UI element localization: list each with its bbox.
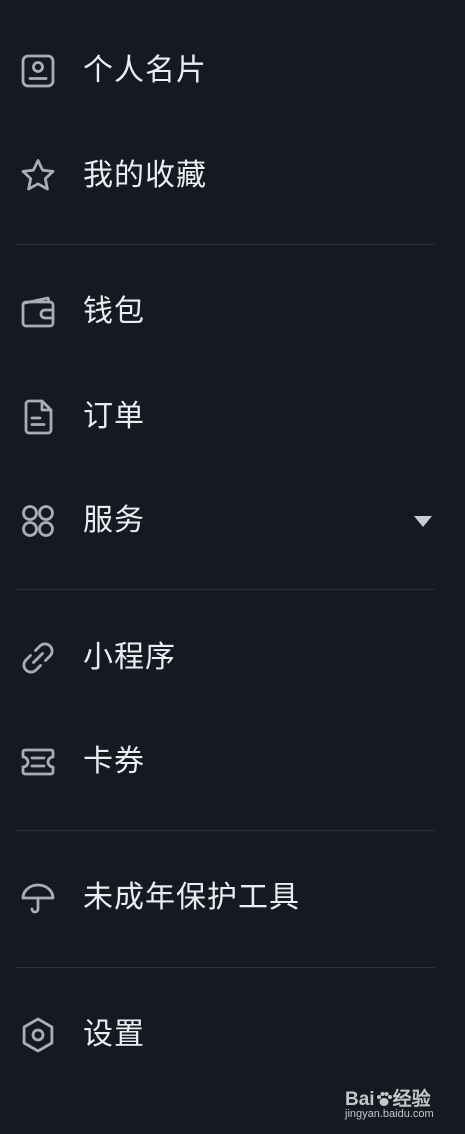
- menu-item-wallet[interactable]: 钱包: [0, 276, 465, 348]
- menu-item-label: 钱包: [83, 294, 145, 329]
- menu-item-label: 设置: [83, 1017, 145, 1052]
- star-icon: [18, 156, 58, 196]
- ticket-icon: [18, 742, 58, 782]
- watermark-logo-text-a: Bai: [345, 1089, 375, 1110]
- menu-item-services[interactable]: 服务: [0, 485, 465, 557]
- divider: [16, 830, 435, 831]
- triangle-down-icon[interactable]: [412, 513, 434, 529]
- menu-item-label: 未成年保护工具: [83, 880, 300, 915]
- gear-icon: [18, 1015, 58, 1055]
- grid-icon: [18, 501, 58, 541]
- menu-item-minor-protection[interactable]: 未成年保护工具: [0, 862, 465, 934]
- divider: [16, 244, 435, 245]
- paw-icon: [376, 1092, 392, 1106]
- menu-item-label: 服务: [83, 503, 145, 538]
- document-icon: [18, 397, 58, 437]
- baidu-jingyan-watermark: Bai 经验 jingyan.baidu.com: [345, 1082, 455, 1126]
- watermark-url: jingyan.baidu.com: [345, 1108, 434, 1120]
- menu-item-coupons[interactable]: 卡券: [0, 726, 465, 798]
- menu-item-favorites[interactable]: 我的收藏: [0, 140, 465, 212]
- side-menu: 个人名片 我的收藏 钱包 订单 服务 小程序 卡券 未成年保护工具 设置: [0, 0, 465, 1134]
- divider: [16, 967, 435, 968]
- menu-item-label: 卡券: [83, 744, 145, 779]
- menu-item-mini-programs[interactable]: 小程序: [0, 622, 465, 694]
- watermark-logo-text-b: 经验: [392, 1089, 431, 1110]
- menu-item-label: 订单: [83, 399, 145, 434]
- profile-card-icon: [18, 51, 58, 91]
- menu-item-label: 小程序: [83, 640, 176, 675]
- wallet-icon: [18, 292, 58, 332]
- divider: [16, 589, 435, 590]
- menu-item-profile-card[interactable]: 个人名片: [0, 35, 465, 107]
- menu-item-orders[interactable]: 订单: [0, 381, 465, 453]
- umbrella-icon: [18, 878, 58, 918]
- menu-item-label: 个人名片: [83, 53, 207, 88]
- link-icon: [18, 638, 58, 678]
- menu-item-label: 我的收藏: [83, 158, 207, 193]
- menu-item-settings[interactable]: 设置: [0, 999, 465, 1071]
- watermark-logo: Bai 经验: [345, 1084, 431, 1111]
